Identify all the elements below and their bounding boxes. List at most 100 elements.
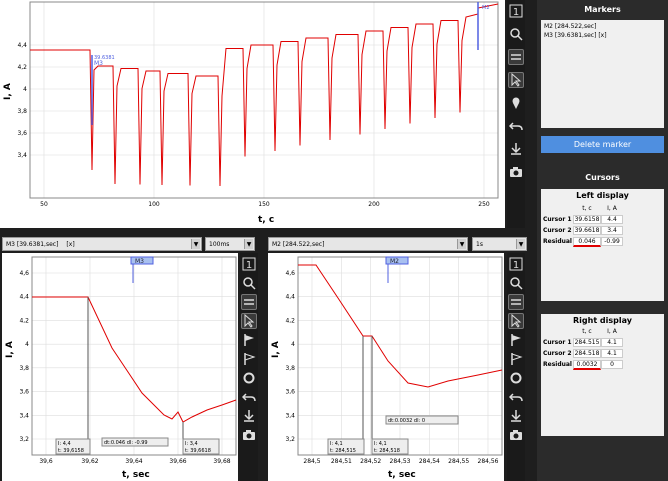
bl-marker-select[interactable]: M3 [39.6381,sec] [x] ▼ [2,237,202,251]
bl-cursor1-t: t: 39,6158 [58,448,84,454]
flag-outline-icon[interactable] [241,351,257,367]
top-ylabel: I, A [3,83,13,100]
marker-item-m3[interactable]: M3 [39.6381,sec] [x] [544,32,661,41]
bl-plot-svg[interactable]: 4,6 4,4 4,2 4 3,8 3,6 3,4 3,2 39,6 39,62 39,64 39,6… [2,253,238,481]
pointer-icon[interactable] [508,313,524,329]
left-row3-i: -0.99 [601,237,623,246]
br-marker-select[interactable]: M2 [284.522,sec] ▼ [268,237,468,251]
bl-marker-select-value: M3 [39.6381,sec] [6,240,59,248]
left-row3-name: Residual [543,238,572,245]
undo-icon[interactable] [241,389,257,405]
right-row3-t: 0.0032 [573,359,601,370]
pointer-icon[interactable] [508,72,524,88]
br-cursor1-t: t: 284,515 [330,448,356,454]
camera-icon[interactable] [241,427,257,443]
br-xtick: 284,54 [419,458,440,465]
right-cursor-table: t, c I, A Cursor 1 284.515 4.1 Cursor 2 … [541,326,664,370]
bl-ytick: 4,4 [19,294,29,301]
br-ylabel: I, A [271,341,281,358]
top-ytick: 3,6 [17,130,27,137]
download-icon[interactable] [241,408,257,424]
top-ytick: 4 [23,86,27,93]
marker-item-m2[interactable]: M2 [284.522,sec] [544,23,661,32]
number-1-icon[interactable]: 1 [241,256,257,272]
download-icon[interactable] [508,141,524,157]
top-xtick: 200 [368,201,380,208]
br-marker-tag-label: M2 [390,258,399,265]
right-row1-i: 4.1 [601,338,623,347]
camera-icon[interactable] [508,164,524,180]
bl-xlabel: t, sec [122,470,150,480]
br-xtick: 284,53 [390,458,411,465]
bl-cursor2-i: I: 3,4 [185,441,198,447]
bl-ytick: 3,2 [19,436,29,443]
br-ytick: 3,4 [285,412,295,419]
camera-icon[interactable] [508,427,524,443]
right-row1-t: 284.515 [573,338,601,347]
right-row3-name: Residual [543,361,572,368]
left-row1-t: 39.6158 [573,215,601,224]
swap-icon[interactable] [241,294,257,310]
download-icon[interactable] [508,408,524,424]
top-plot-svg[interactable]: 4,44,243,83,63,450 100 150 200 250 39.6381 M… [0,0,505,228]
br-ytick: 3,8 [285,365,295,372]
left-display-title: Left display [576,191,629,200]
delete-marker-button[interactable]: Delete marker [541,136,664,153]
br-marker-select-value: M2 [284.522,sec] [272,240,325,248]
bl-ytick: 4 [25,341,29,348]
flag-outline-icon[interactable] [508,351,524,367]
br-cursor1-i: I: 4,1 [330,441,343,447]
bl-ytick: 4,2 [19,317,29,324]
pointer-icon[interactable] [241,313,257,329]
bl-marker-tag-label: M3 [135,258,144,265]
br-plot-svg[interactable]: 4,6 4,4 4,2 4 3,8 3,6 3,4 3,2 284,5 284,51 284,52 2… [268,253,504,481]
svg-text:1: 1 [513,7,519,18]
undo-icon[interactable] [508,389,524,405]
number-1-icon[interactable]: 1 [508,256,524,272]
top-ytick: 4,4 [17,42,27,49]
ring-icon[interactable] [241,370,257,386]
swap-icon[interactable] [508,49,524,65]
br-toolbar: 1 [507,253,525,481]
top-xtick: 150 [258,201,270,208]
swap-icon[interactable] [508,294,524,310]
bl-ytick: 4,6 [19,270,29,277]
markers-list[interactable]: M2 [284.522,sec] M3 [39.6381,sec] [x] [541,20,664,128]
top-xlabel: t, c [258,215,274,225]
br-window-select[interactable]: 1s ▼ [472,237,527,251]
zoom-icon[interactable] [508,275,524,291]
right-display-title: Right display [573,316,632,325]
right-header-i: I, A [607,328,617,335]
br-xtick: 284,55 [448,458,469,465]
bottom-left-plot-panel: 4,6 4,4 4,2 4 3,8 3,6 3,4 3,2 39,6 39,62 39,64 39,6… [2,253,238,481]
left-header-i: I, A [607,205,617,212]
svg-text:1: 1 [513,260,519,271]
br-xtick: 284,52 [360,458,381,465]
top-ytick: 4,2 [17,64,27,71]
undo-icon[interactable] [508,118,524,134]
bl-ytick: 3,4 [19,412,29,419]
br-xlabel: t, sec [388,470,416,480]
left-row3-t: 0.046 [573,236,601,247]
br-ytick: 4,6 [285,270,295,277]
number-1-icon[interactable]: 1 [508,3,524,19]
pin-icon[interactable] [508,95,524,111]
bottom-right-plot-panel: 4,6 4,4 4,2 4 3,8 3,6 3,4 3,2 284,5 284,51 284,52 2… [268,253,504,481]
ring-icon[interactable] [508,370,524,386]
top-xtick: 250 [478,201,490,208]
bl-delta-text: dt:0.046 dI: -0.99 [104,440,148,446]
left-row1-name: Cursor 1 [543,216,572,223]
right-row2-name: Cursor 2 [543,350,572,357]
zoom-icon[interactable] [508,26,524,42]
chevron-down-icon: ▼ [244,239,253,249]
chevron-down-icon: ▼ [191,239,200,249]
flag-icon[interactable] [241,332,257,348]
br-ytick: 4,4 [285,294,295,301]
flag-icon[interactable] [508,332,524,348]
right-header-t: t, c [582,328,592,335]
chevron-down-icon: ▼ [516,239,525,249]
br-xtick: 284,51 [331,458,352,465]
zoom-icon[interactable] [241,275,257,291]
right-row1-name: Cursor 1 [543,339,572,346]
bl-window-select[interactable]: 100ms ▼ [205,237,255,251]
